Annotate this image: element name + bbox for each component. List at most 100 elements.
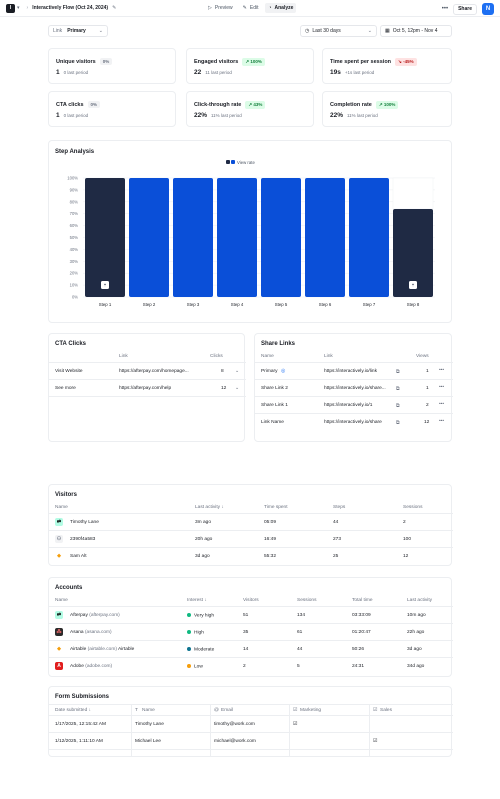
app-logo[interactable]: I: [6, 3, 15, 13]
account-name-cell[interactable]: Airtable (airtable.com) Airtable: [70, 647, 134, 652]
link-select[interactable]: Link Primary ⌄: [48, 25, 108, 37]
visitor-steps: 273: [333, 537, 342, 542]
visitor-last-activity: 20h ago: [195, 537, 213, 542]
stat-value: 1: [56, 69, 60, 76]
check-circle-icon: ◎: [281, 369, 286, 374]
share-link-url[interactable]: https://interactively.io/link: [324, 369, 377, 374]
account-sessions: 44: [297, 647, 303, 652]
row-divider: [49, 513, 453, 514]
y-tick-label: 30%: [70, 259, 79, 264]
more-options-icon[interactable]: •••: [439, 402, 444, 407]
column-header: Views: [416, 354, 429, 359]
column-header[interactable]: Email: [221, 708, 233, 713]
asana-logo-icon: ⁂: [55, 628, 63, 636]
copy-icon[interactable]: ⧉: [396, 369, 399, 375]
y-tick-label: 50%: [70, 235, 79, 240]
account-visitors: 14: [243, 647, 249, 652]
date-period-picker[interactable]: ▦ Oct 5, 12pm - Nov 4: [380, 25, 452, 37]
link-select-value: Primary: [67, 28, 86, 34]
bar[interactable]: [349, 178, 389, 297]
bar[interactable]: [305, 178, 345, 297]
column-header: Sessions: [403, 505, 423, 510]
column-header: Sessions: [297, 598, 317, 603]
interest-label: Low: [194, 664, 203, 670]
stat-header: CTA clicks 0%: [56, 101, 101, 108]
chevron-down-icon[interactable]: ⌄: [235, 386, 239, 391]
tab-analyze[interactable]: ◔ Analyze: [265, 3, 297, 13]
interest-cell: Moderate: [187, 647, 214, 652]
more-options-icon[interactable]: •••: [439, 385, 444, 390]
copy-icon[interactable]: ⧉: [396, 403, 399, 409]
tab-preview[interactable]: ▷ Preview: [205, 3, 236, 13]
more-options-icon[interactable]: •••: [439, 368, 444, 373]
share-button[interactable]: Share: [453, 3, 477, 15]
step-analysis-chart: View rate 100% 90% 80% 70% 60% 50% 40% 30% 20% 10%…: [67, 160, 435, 307]
share-link-url[interactable]: https://interactively.io/share...: [324, 386, 386, 391]
afterpay-logo-icon: ⇄: [55, 518, 63, 526]
visitor-name[interactable]: Sam Alt: [70, 554, 87, 559]
x-tick-label: Step 7: [363, 302, 376, 307]
chevron-down-icon[interactable]: ▾: [17, 5, 20, 11]
play-icon: ▷: [208, 5, 212, 11]
more-options-icon[interactable]: •••: [442, 6, 448, 12]
y-tick-label: 100%: [67, 176, 78, 181]
x-tick-label: Step 6: [319, 302, 332, 307]
row-divider: [255, 379, 453, 380]
chevron-down-icon[interactable]: ⌄: [235, 369, 239, 374]
tab-edit[interactable]: ✎ Edit: [240, 3, 262, 13]
stat-card: Click-through rate ↗ 43% 22% 11% last perio…: [186, 91, 314, 127]
bar[interactable]: [261, 178, 301, 297]
page-title: Interactively Flow (Oct 24, 2024): [32, 5, 109, 11]
visitors-title: Visitors: [55, 492, 77, 498]
interest-dot: [187, 664, 191, 668]
legend-swatch: [226, 160, 230, 164]
stat-previous-period: 0 last period: [63, 70, 89, 75]
visitors-card: Visitors Name Last activity ↓ Time spent St…: [48, 484, 453, 566]
bar[interactable]: [129, 178, 169, 297]
date-range-select[interactable]: ◷ Last 30 days ⌄: [300, 25, 377, 37]
visitor-time-spent: 05:09: [264, 520, 277, 525]
share-link-url[interactable]: https://interactively.io/1: [324, 403, 372, 408]
interest-label: Moderate: [194, 647, 215, 653]
bar[interactable]: [85, 178, 125, 297]
account-total-time: 03:33:09: [352, 613, 371, 618]
stat-change-badge: 0%: [87, 101, 101, 108]
stat-change-badge: ↘ -45%: [395, 58, 417, 66]
column-header[interactable]: Name: [142, 708, 155, 713]
bar[interactable]: [217, 178, 257, 297]
share-link-views: 1: [426, 386, 429, 391]
column-header[interactable]: Sales: [380, 708, 392, 713]
column-header[interactable]: Marketing: [300, 708, 321, 713]
account-name-cell[interactable]: Adobe (adobe.com): [70, 664, 112, 669]
column-header[interactable]: Date submitted ↓: [55, 708, 91, 713]
share-link-name: Link Name: [261, 420, 284, 425]
share-link-url[interactable]: https://interactively.io/share: [324, 420, 382, 425]
share-link-views: 2: [426, 403, 429, 408]
copy-icon[interactable]: ⧉: [396, 386, 399, 392]
interest-dot: [187, 613, 191, 617]
column-header: Visitors: [243, 598, 259, 603]
bar[interactable]: [173, 178, 213, 297]
pencil-icon[interactable]: ✎: [112, 5, 116, 11]
copy-icon[interactable]: ⧉: [396, 420, 399, 426]
interest-dot: [187, 630, 191, 634]
stat-change-badge: ↗ 100%: [375, 101, 399, 109]
stat-header: Completion rate ↗ 100%: [330, 101, 399, 109]
more-options-icon[interactable]: •••: [439, 419, 444, 424]
account-sessions: 134: [297, 613, 306, 618]
cta-name: See more: [55, 386, 76, 391]
airtable-logo-icon: ◆: [55, 645, 63, 653]
account-domain: (adobe.com): [85, 664, 113, 669]
date-range-value: Last 30 days: [312, 28, 341, 34]
visitor-name[interactable]: 2390f4a583: [70, 537, 95, 542]
visitor-name[interactable]: Timothy Lane: [70, 520, 99, 525]
y-tick-label: 80%: [70, 199, 79, 204]
account-name-cell[interactable]: Afterpay (afterpay.com): [70, 613, 120, 618]
account-last-activity: 3d ago: [407, 647, 422, 652]
form-submissions-title: Form Submissions: [55, 694, 110, 700]
clock-icon: ◷: [305, 28, 310, 34]
avatar[interactable]: N: [482, 3, 494, 15]
x-tick-label: Step 4: [231, 302, 244, 307]
account-name-cell[interactable]: Asana (asana.com): [70, 630, 112, 635]
checkbox-icon: ☑: [293, 707, 298, 713]
